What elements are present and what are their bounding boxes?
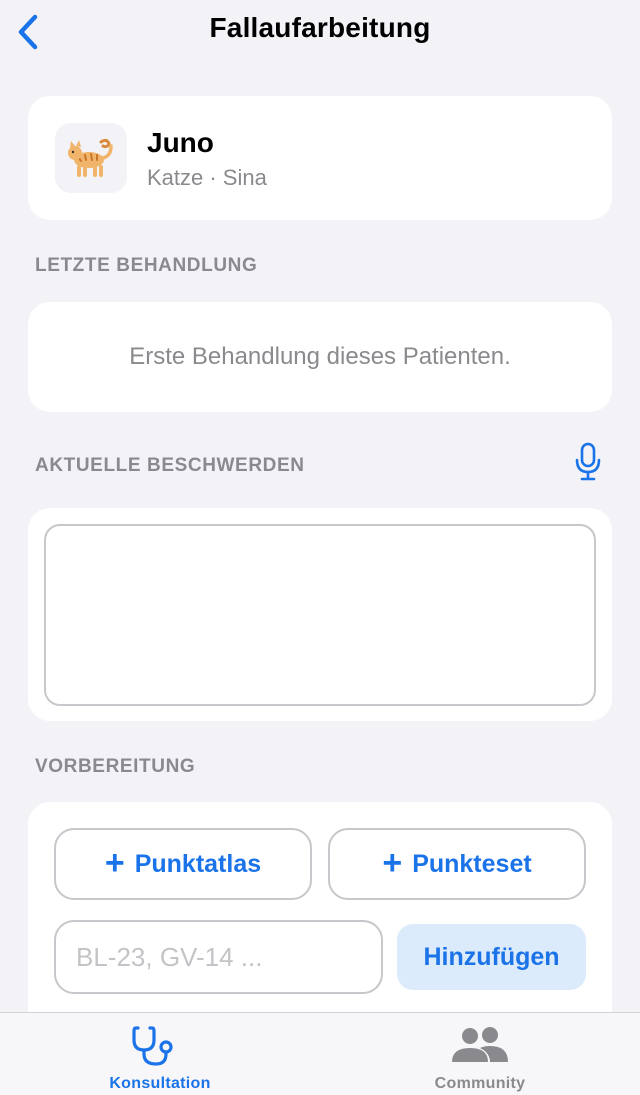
tab-bar: Konsultation Community: [0, 1012, 640, 1095]
complaints-textarea[interactable]: [44, 524, 596, 706]
navigation-bar: Fallaufarbeitung: [0, 0, 640, 64]
patient-card[interactable]: Juno Katze · Sina: [28, 96, 612, 220]
last-treatment-text: Erste Behandlung dieses Patienten.: [129, 343, 511, 370]
screen: Fallaufarbeitung Juno Katze · Sina LETZT…: [0, 0, 640, 1095]
current-complaints-label: AKTUELLE BESCHWERDEN: [35, 455, 305, 476]
avatar: [55, 123, 127, 193]
cat-icon: [68, 138, 113, 177]
tab-konsultation[interactable]: Konsultation: [90, 1013, 230, 1095]
patient-name: Juno: [147, 127, 214, 158]
point-set-label: Punkteset: [412, 849, 532, 878]
microphone-icon: [575, 442, 601, 481]
preparation-label: VORBEREITUNG: [35, 756, 196, 777]
people-icon: [452, 1027, 508, 1062]
tab-community[interactable]: Community: [410, 1013, 550, 1095]
point-atlas-label: Punktatlas: [134, 849, 262, 878]
dictation-button[interactable]: [568, 438, 608, 486]
add-button[interactable]: Hinzufügen: [397, 924, 586, 990]
tab-konsultation-label: Konsultation: [109, 1075, 211, 1092]
preparation-card: + Punktatlas + Punkteset Hinzufügen: [28, 802, 612, 1032]
last-treatment-label: LETZTE BEHANDLUNG: [35, 255, 258, 276]
current-complaints-card: [28, 508, 612, 721]
tab-community-label: Community: [434, 1075, 526, 1092]
page-title: Fallaufarbeitung: [209, 12, 431, 43]
point-set-button[interactable]: + Punkteset: [328, 828, 586, 900]
stethoscope-icon: [132, 1026, 173, 1066]
last-treatment-card: Erste Behandlung dieses Patienten.: [28, 302, 612, 412]
point-input[interactable]: [54, 920, 383, 994]
plus-icon: +: [382, 843, 403, 882]
plus-icon: +: [104, 843, 125, 882]
patient-meta: Katze · Sina: [147, 165, 267, 190]
point-atlas-button[interactable]: + Punktatlas: [54, 828, 312, 900]
